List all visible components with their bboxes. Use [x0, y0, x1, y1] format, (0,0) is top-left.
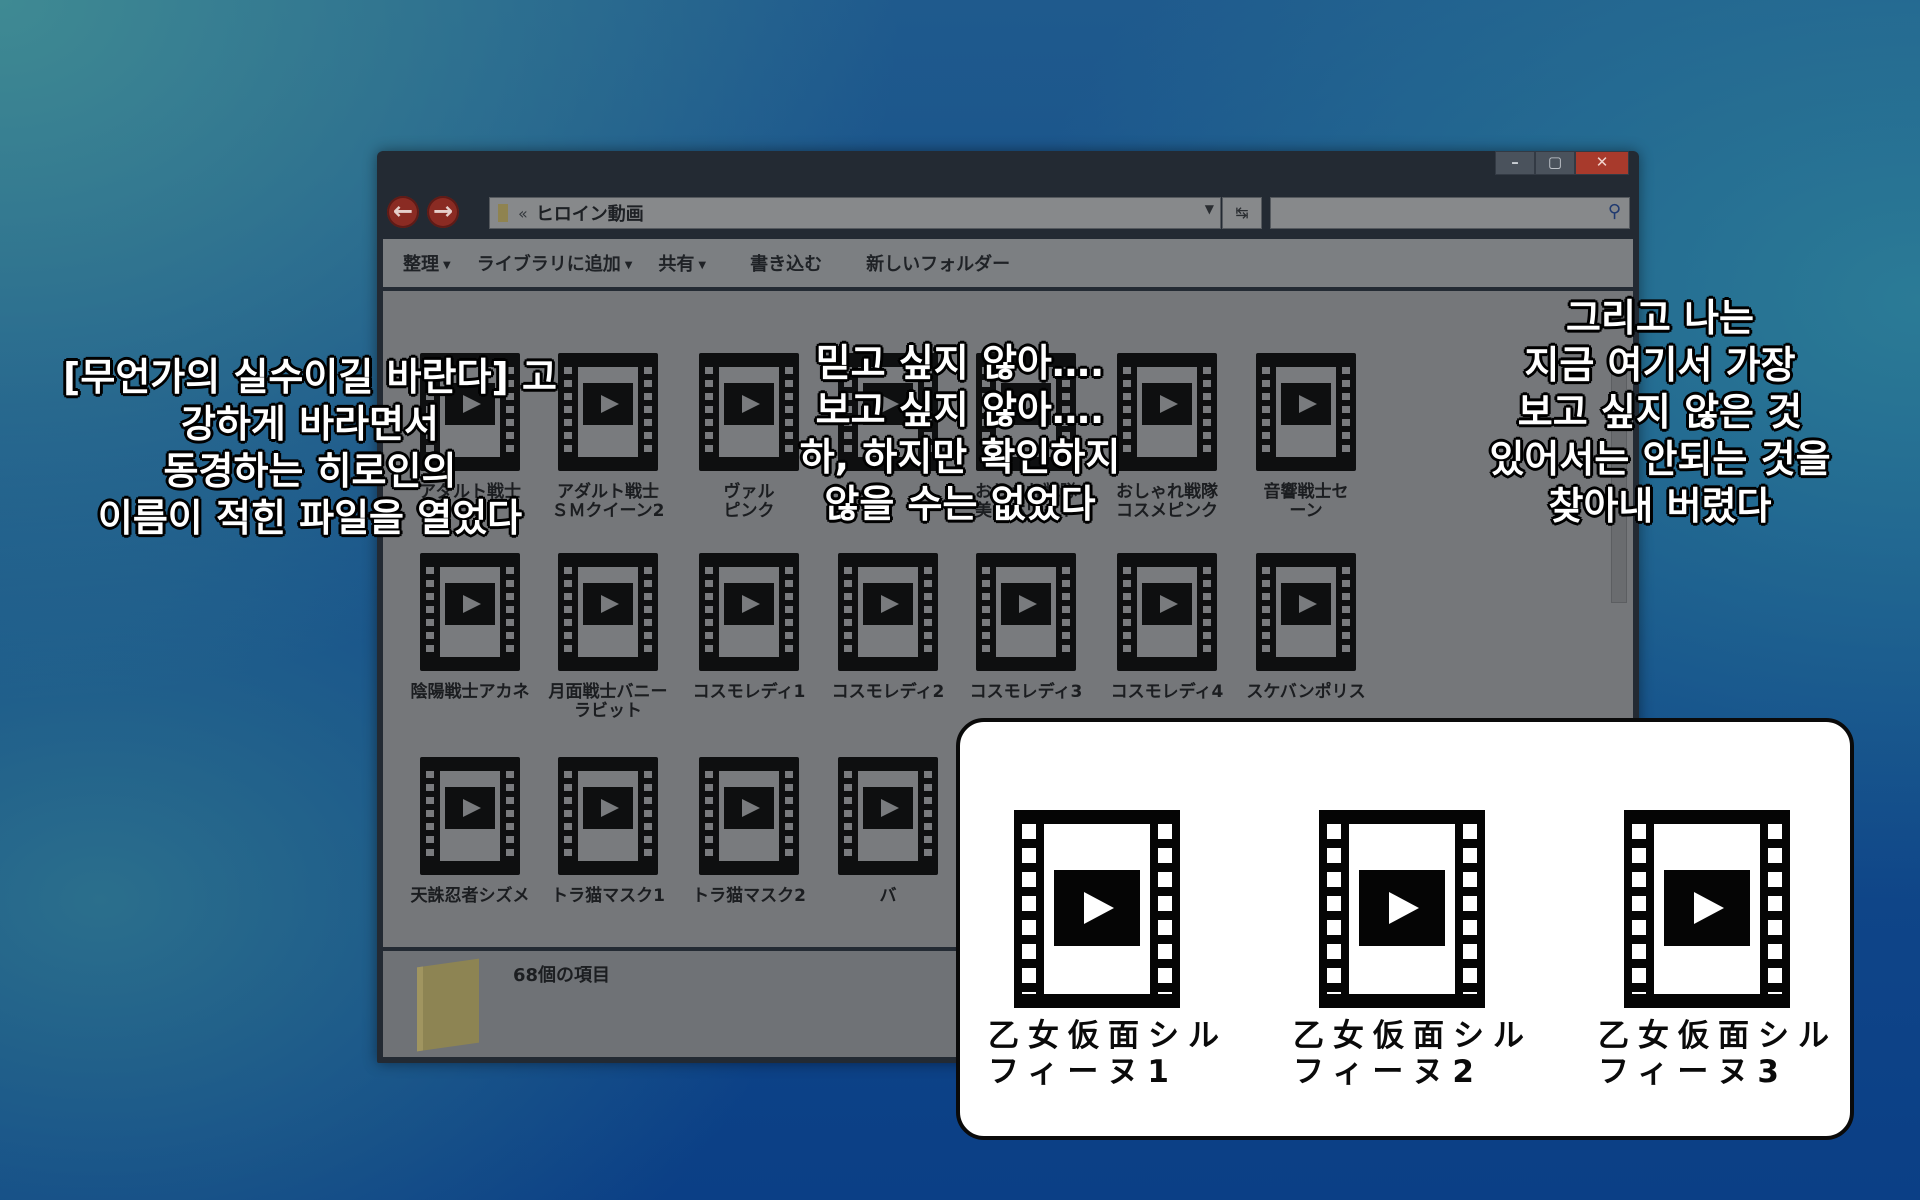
video-file-icon	[699, 553, 799, 671]
zoom-panel: 乙女仮面シル フィーヌ1 乙女仮面シル フィーヌ2 乙女仮面シル フィーヌ3	[956, 718, 1854, 1140]
refresh-icon: ↹	[1235, 203, 1249, 222]
video-file-icon	[838, 553, 938, 671]
video-file-icon	[558, 553, 658, 671]
breadcrumb-separator: «	[518, 203, 528, 223]
forward-button[interactable]: →	[427, 196, 459, 228]
video-file-icon	[838, 757, 938, 875]
zoomed-file-name: 乙女仮面シル フィーヌ3	[1598, 1018, 1838, 1090]
file-item[interactable]: 音響戦士セ ーン	[1221, 353, 1391, 521]
refresh-button[interactable]: ↹	[1222, 197, 1262, 229]
video-file-icon	[1117, 553, 1217, 671]
subtitle-right: 그리고 나는 지금 여기서 가장 보고 싶지 않은 것 있어서는 안되는 것을 …	[1489, 296, 1831, 528]
share-menu[interactable]: 共有 ▼	[658, 250, 706, 276]
play-icon	[724, 383, 774, 425]
play-icon	[1001, 583, 1051, 625]
command-bar: 整理 ▼ ライブラリに追加 ▼ 共有 ▼ 書き込む 新しいフォルダー	[383, 239, 1633, 287]
play-icon	[583, 383, 633, 425]
minimize-button[interactable]: –	[1495, 151, 1535, 175]
video-file-icon	[976, 553, 1076, 671]
zoomed-file-name: 乙女仮面シル フィーヌ1	[988, 1018, 1228, 1090]
file-item[interactable]: スケバンポリス	[1221, 553, 1391, 702]
video-file-icon	[1014, 810, 1180, 1008]
file-name: スケバンポリス	[1246, 682, 1366, 702]
subtitle-center: 믿고 싶지 않아…. 보고 싶지 않아…. 하, 하지만 확인하지 않을 수는 …	[799, 341, 1121, 526]
play-icon	[724, 787, 774, 829]
play-icon	[1281, 383, 1331, 425]
play-icon	[863, 787, 913, 829]
burn-button[interactable]: 書き込む	[750, 250, 822, 276]
play-icon	[1281, 583, 1331, 625]
video-file-icon	[420, 553, 520, 671]
video-file-icon	[1256, 553, 1356, 671]
file-item[interactable]: バ	[803, 757, 973, 906]
maximize-button[interactable]: ▢	[1535, 151, 1575, 175]
caret-down-icon: ▼	[698, 259, 707, 271]
window-controls: – ▢ ✕	[1495, 151, 1629, 175]
zoomed-file-name: 乙女仮面シル フィーヌ2	[1293, 1018, 1533, 1090]
play-icon	[1664, 870, 1750, 946]
search-input[interactable]: ⚲	[1270, 197, 1630, 229]
play-icon	[1142, 583, 1192, 625]
video-file-icon	[1256, 353, 1356, 471]
file-name: バ	[879, 886, 897, 906]
caret-down-icon: ▼	[443, 259, 451, 271]
zoomed-file-item[interactable]: 乙女仮面シル フィーヌ1	[960, 810, 1250, 1090]
play-icon	[583, 787, 633, 829]
subtitle-left: [무언가의 실수이길 바란다] 고 강하게 바라면서 동경하는 히로인의 이름이…	[63, 355, 557, 540]
video-file-icon	[1624, 810, 1790, 1008]
back-button[interactable]: ←	[387, 196, 419, 228]
caret-down-icon: ▼	[624, 259, 633, 271]
play-icon	[724, 583, 774, 625]
folder-icon	[498, 204, 508, 222]
zoomed-file-item[interactable]: 乙女仮面シル フィーヌ2	[1265, 810, 1555, 1090]
breadcrumb-current-folder[interactable]: ヒロイン動画	[536, 200, 644, 226]
zoomed-file-item[interactable]: 乙女仮面シル フィーヌ3	[1570, 810, 1860, 1090]
play-icon	[1054, 870, 1140, 946]
add-to-library-menu[interactable]: ライブラリに追加 ▼	[477, 250, 633, 276]
close-button[interactable]: ✕	[1575, 151, 1629, 175]
video-file-icon	[420, 757, 520, 875]
item-count: 68個の項目	[513, 965, 611, 986]
play-icon	[583, 583, 633, 625]
video-file-icon	[558, 757, 658, 875]
address-dropdown-icon[interactable]: ▼	[1205, 202, 1214, 216]
video-file-icon	[699, 757, 799, 875]
file-name: 音響戦士セ ーン	[1263, 482, 1349, 521]
play-icon	[445, 787, 495, 829]
play-icon	[863, 583, 913, 625]
play-icon	[445, 583, 495, 625]
organize-menu[interactable]: 整理 ▼	[403, 250, 451, 276]
folder-icon	[417, 958, 479, 1052]
video-file-icon	[1319, 810, 1485, 1008]
play-icon	[1359, 870, 1445, 946]
address-bar[interactable]: « ヒロイン動画 ▼	[489, 197, 1221, 229]
search-icon: ⚲	[1607, 201, 1621, 222]
new-folder-button[interactable]: 新しいフォルダー	[866, 250, 1010, 276]
